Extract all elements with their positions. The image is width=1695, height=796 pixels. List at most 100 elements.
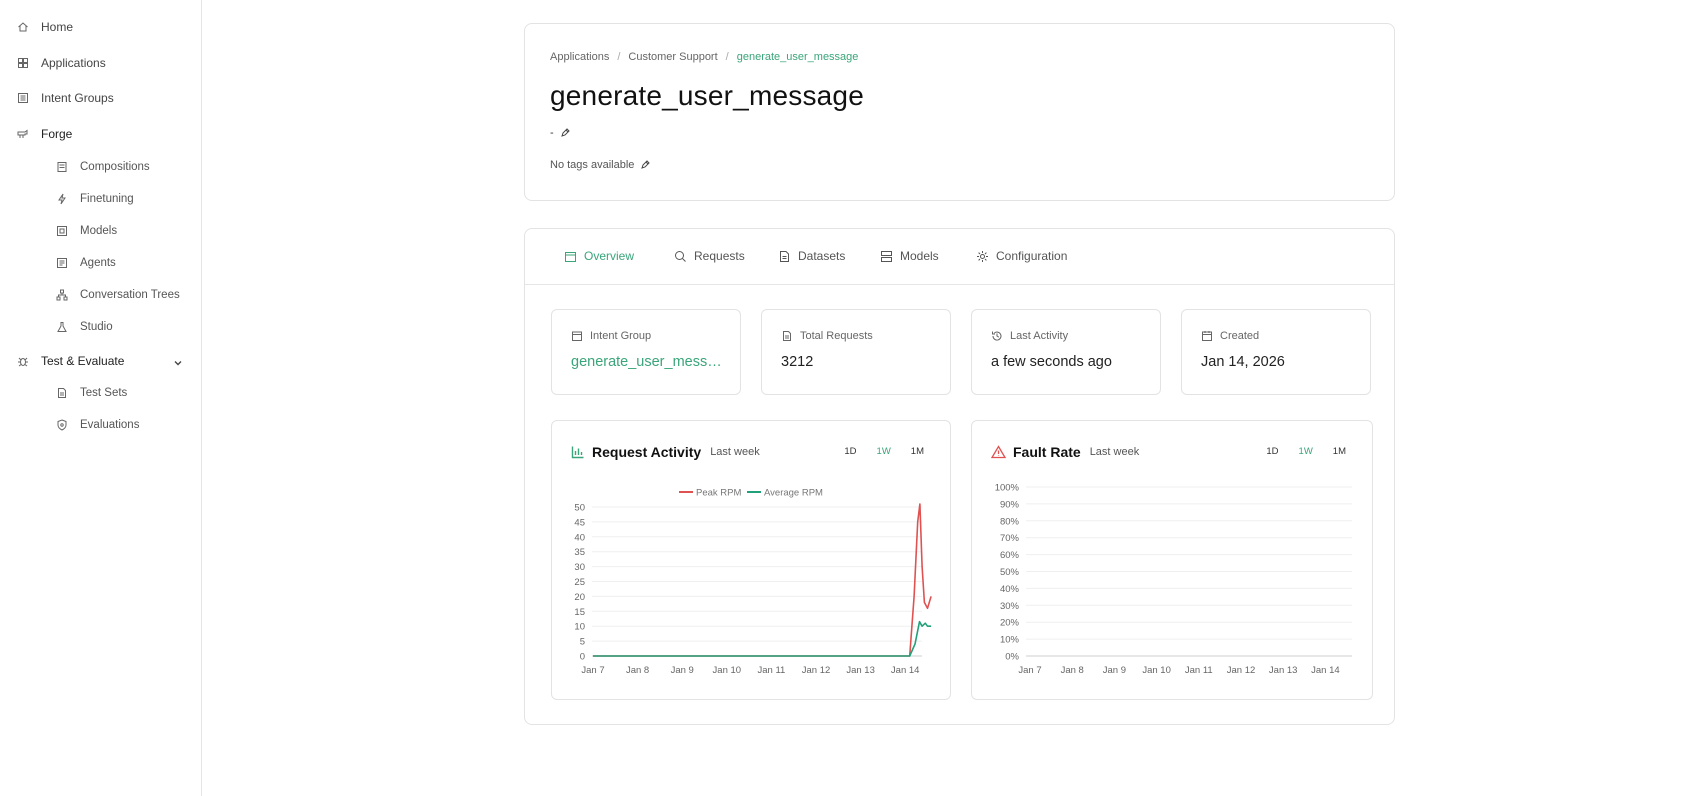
tree-icon (56, 289, 68, 301)
sidebar-item-label: Conversation Trees (80, 289, 180, 301)
file-icon (56, 387, 68, 399)
y-tick-label: 20 (574, 592, 585, 603)
forge-icon (17, 128, 29, 140)
fault-rate-chart-card: Fault Rate Last week 1D 1W 1M 0% 10% 20% 30… (971, 420, 1373, 700)
stat-value-total-requests: 3212 (781, 354, 814, 370)
tab-label: Datasets (798, 249, 846, 263)
description-text: - (550, 127, 554, 139)
x-tick-label: Jan 10 (713, 665, 742, 676)
y-tick-label: 20% (1000, 618, 1020, 629)
description: - (550, 127, 570, 139)
tags-text: No tags available (550, 159, 635, 171)
y-tick-label: 40 (574, 532, 585, 543)
edit-description-icon[interactable] (560, 128, 570, 138)
model-icon (56, 225, 68, 237)
tab-models[interactable]: Models (880, 249, 939, 263)
edit-tags-icon[interactable] (640, 160, 651, 170)
request-activity-chart-card: Request Activity Last week 1D 1W 1M 0 5 10… (551, 420, 951, 700)
stat-card-last-activity: Last Activity a few seconds ago (971, 309, 1161, 395)
y-tick-label: 5 (580, 637, 585, 648)
flask-icon (56, 321, 68, 333)
header-card: Applications / Customer Support / genera… (524, 23, 1395, 201)
sidebar-item-models[interactable]: Models (56, 225, 117, 237)
request-activity-chart: 0 5 10 15 20 25 30 35 40 45 50 Jan 7 Jan 8 Jan 9 Jan 1… (574, 488, 932, 676)
tab-datasets[interactable]: Datasets (778, 249, 845, 263)
sidebar-item-test-evaluate[interactable]: Test & Evaluate (17, 354, 124, 368)
sidebar-item-intent-groups[interactable]: Intent Groups (17, 91, 114, 105)
sidebar-item-test-sets[interactable]: Test Sets (56, 387, 127, 399)
document-icon (780, 250, 789, 262)
y-tick-label: 50 (574, 503, 585, 514)
sidebar-item-label: Compositions (80, 161, 150, 173)
sidebar-item-label: Agents (80, 257, 116, 269)
y-tick-label: 45 (574, 517, 585, 528)
history-icon (992, 331, 1002, 341)
tab-label: Overview (584, 249, 635, 263)
tab-requests[interactable]: Requests (674, 249, 745, 263)
sidebar-item-label: Test Sets (80, 387, 128, 399)
y-tick-label: 10 (574, 622, 585, 633)
sidebar-item-label: Applications (41, 56, 106, 70)
stat-label: Created (1201, 330, 1259, 342)
x-tick-label: Jan 7 (581, 665, 604, 676)
x-tick-label: Jan 12 (802, 665, 831, 676)
sidebar-item-evaluations[interactable]: Evaluations (56, 419, 139, 431)
gear-icon (977, 250, 988, 262)
sidebar-item-home[interactable]: Home (17, 20, 73, 34)
breadcrumb-current: generate_user_message (736, 51, 859, 63)
stat-label: Total Requests (781, 330, 873, 342)
sidebar-item-compositions[interactable]: Compositions (56, 161, 150, 173)
document-icon (783, 331, 791, 341)
sidebar-item-label: Finetuning (80, 193, 134, 205)
calendar-icon (1202, 331, 1212, 341)
chevron-down-icon[interactable] (172, 357, 184, 369)
breadcrumb-separator: / (725, 51, 729, 63)
x-tick-label: Jan 10 (1142, 665, 1171, 676)
layers-icon (56, 161, 68, 173)
sidebar-item-agents[interactable]: Agents (56, 257, 116, 269)
server-icon (881, 250, 892, 262)
sidebar-item-conversation-trees[interactable]: Conversation Trees (56, 289, 180, 301)
fault-rate-chart: 0% 10% 20% 30% 40% 50% 60% 70% 80% 90% 100% Jan 7 Ja… (995, 483, 1352, 676)
legend-label: Peak RPM (696, 488, 741, 499)
tags: No tags available (550, 159, 651, 171)
stat-label-text: Intent Group (590, 330, 652, 342)
sidebar-item-label: Models (80, 225, 118, 237)
tab-configuration[interactable]: Configuration (976, 249, 1067, 263)
breadcrumb: Applications / Customer Support / genera… (550, 51, 858, 63)
stat-value-last-activity: a few seconds ago (991, 354, 1112, 370)
x-tick-label: Jan 13 (1269, 665, 1298, 676)
stat-value-created: Jan 14, 2026 (1201, 354, 1285, 370)
x-tick-label: Jan 14 (1311, 665, 1340, 676)
y-tick-label: 30% (1000, 601, 1020, 612)
sidebar: Home Applications Intent Groups Forge Co… (0, 0, 202, 796)
x-tick-label: Jan 12 (1227, 665, 1256, 676)
calendar-icon (565, 251, 576, 262)
tab-bar: Overview Requests Datasets Models Config… (525, 229, 1394, 285)
breadcrumb-separator: / (617, 51, 621, 63)
main-card: Overview Requests Datasets Models Config… (524, 228, 1395, 725)
y-tick-label: 0% (1005, 652, 1019, 663)
sidebar-item-forge[interactable]: Forge (17, 127, 72, 141)
x-tick-label: Jan 7 (1018, 665, 1041, 676)
breadcrumb-customer-support[interactable]: Customer Support (628, 51, 717, 63)
sidebar-item-label: Evaluations (80, 419, 140, 431)
stat-label-text: Last Activity (1010, 330, 1069, 342)
x-tick-label: Jan 11 (1185, 665, 1213, 676)
bug-icon (17, 355, 29, 367)
breadcrumb-applications[interactable]: Applications (550, 51, 609, 63)
x-tick-label: Jan 13 (846, 665, 875, 676)
sidebar-item-finetuning[interactable]: Finetuning (56, 193, 134, 205)
stat-label-text: Created (1220, 330, 1260, 342)
tab-overview[interactable]: Overview (564, 249, 634, 263)
home-icon (17, 21, 29, 33)
page-title: generate_user_message (550, 80, 864, 111)
sidebar-item-label: Home (41, 20, 74, 34)
series-line-average-rpm (593, 620, 932, 657)
sidebar-item-studio[interactable]: Studio (56, 321, 113, 333)
legend-label: Average RPM (764, 488, 823, 499)
stat-value-intent-group[interactable]: generate_user_message (571, 354, 729, 370)
x-tick-label: Jan 9 (1103, 665, 1126, 676)
sidebar-item-applications[interactable]: Applications (17, 56, 106, 70)
y-tick-label: 80% (1000, 516, 1020, 527)
